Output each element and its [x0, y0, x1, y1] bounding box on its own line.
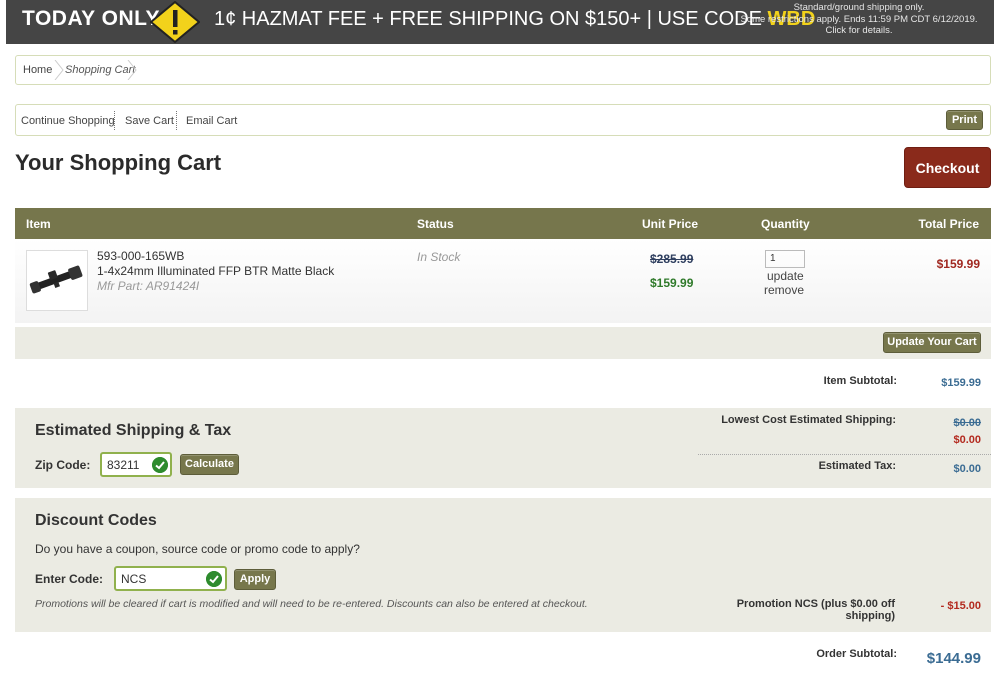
continue-shopping-link[interactable]: Continue Shopping — [21, 115, 115, 127]
check-icon — [206, 571, 222, 587]
promo-text: 1¢ HAZMAT FEE + FREE SHIPPING ON $150+ |… — [214, 8, 768, 30]
divider — [698, 454, 991, 455]
save-cart-link[interactable]: Save Cart — [125, 115, 174, 127]
column-header-total-price: Total Price — [918, 217, 979, 231]
cart-table-header: Item Status Unit Price Quantity Total Pr… — [15, 208, 991, 239]
promo-code-value: NCS — [121, 572, 147, 586]
promo-message: 1¢ HAZMAT FEE + FREE SHIPPING ON $150+ |… — [214, 8, 815, 31]
calculate-button[interactable]: Calculate — [180, 454, 239, 475]
promotion-value: - $15.00 — [940, 600, 981, 612]
apply-button[interactable]: Apply — [234, 569, 276, 590]
discount-codes-section: Discount Codes Do you have a coupon, sou… — [15, 498, 991, 632]
promo-code-input[interactable]: NCS — [114, 566, 227, 591]
column-header-status: Status — [417, 217, 454, 231]
shipping-tax-section: Estimated Shipping & Tax Zip Code: 83211… — [15, 408, 991, 488]
cart-actions: Continue Shopping Save Cart Email Cart P… — [15, 104, 991, 136]
shipping-estimate-label: Lowest Cost Estimated Shipping: — [721, 414, 896, 426]
shipping-original-value: $0.00 — [953, 417, 981, 429]
fine-print-line: Some restrictions apply. Ends 11:59 PM C… — [740, 13, 978, 25]
discount-heading: Discount Codes — [35, 512, 157, 529]
fine-print-line: Standard/ground shipping only. — [793, 2, 925, 13]
stock-status: In Stock — [417, 250, 461, 264]
quantity-input[interactable]: 1 — [765, 250, 805, 268]
tax-label: Estimated Tax: — [818, 460, 896, 472]
item-subtotal-value: $159.99 — [941, 377, 981, 389]
checkout-button[interactable]: Checkout — [904, 147, 991, 188]
update-cart-bar: Update Your Cart — [15, 327, 991, 359]
shipping-value: $0.00 — [953, 434, 981, 446]
column-header-quantity: Quantity — [761, 217, 810, 231]
zip-code-value: 83211 — [107, 458, 140, 472]
order-subtotal-label: Order Subtotal: — [816, 648, 897, 660]
breadcrumb-separator-icon — [54, 60, 64, 80]
update-cart-button[interactable]: Update Your Cart — [883, 332, 981, 353]
zip-code-label: Zip Code: — [35, 458, 91, 472]
enter-code-label: Enter Code: — [35, 572, 104, 586]
breadcrumb-separator-icon — [127, 60, 137, 80]
remove-item-link[interactable]: remove — [764, 283, 804, 297]
column-header-item: Item — [26, 217, 51, 231]
breadcrumb: Home Shopping Cart — [15, 55, 991, 85]
warning-icon — [150, 1, 200, 43]
product-sku[interactable]: 593-000-165WB — [97, 249, 184, 263]
fine-print-details-link[interactable]: Click for details. — [734, 25, 984, 37]
page-title: Your Shopping Cart — [15, 150, 222, 175]
discount-question: Do you have a coupon, source code or pro… — [35, 542, 360, 556]
breadcrumb-current: Shopping Cart — [65, 64, 136, 76]
manufacturer-part: Mfr Part: AR91424I — [97, 279, 200, 293]
update-item-link[interactable]: update — [767, 269, 804, 283]
item-subtotal-label: Item Subtotal: — [823, 375, 897, 387]
column-header-unit-price: Unit Price — [642, 217, 699, 231]
breadcrumb-home[interactable]: Home — [23, 64, 52, 76]
today-only-label: TODAY ONLY — [22, 7, 161, 30]
check-icon — [152, 457, 168, 473]
discount-note: Promotions will be cleared if cart is mo… — [35, 598, 588, 610]
shipping-heading: Estimated Shipping & Tax — [35, 422, 232, 439]
cart-item-row: 593-000-165WB 1-4x24mm Illuminated FFP B… — [15, 239, 991, 323]
promo-fine-print: Standard/ground shipping only. Some rest… — [734, 2, 984, 37]
original-price: $285.99 — [650, 252, 694, 266]
zip-code-input[interactable]: 83211 — [100, 452, 172, 477]
product-thumbnail[interactable] — [26, 250, 88, 311]
promotion-label: Promotion NCS (plus $0.00 off shipping) — [736, 598, 895, 622]
print-button[interactable]: Print — [946, 110, 983, 130]
order-subtotal-value: $144.99 — [926, 650, 981, 667]
divider — [114, 111, 115, 130]
rifle-scope-icon — [29, 265, 83, 294]
divider — [176, 111, 177, 130]
product-name[interactable]: 1-4x24mm Illuminated FFP BTR Matte Black — [97, 264, 334, 278]
tax-value: $0.00 — [953, 463, 981, 475]
promo-banner[interactable]: TODAY ONLY 1¢ HAZMAT FEE + FREE SHIPPING… — [6, 0, 994, 44]
line-total: $159.99 — [936, 257, 980, 271]
sale-price: $159.99 — [650, 276, 694, 290]
email-cart-link[interactable]: Email Cart — [186, 115, 237, 127]
